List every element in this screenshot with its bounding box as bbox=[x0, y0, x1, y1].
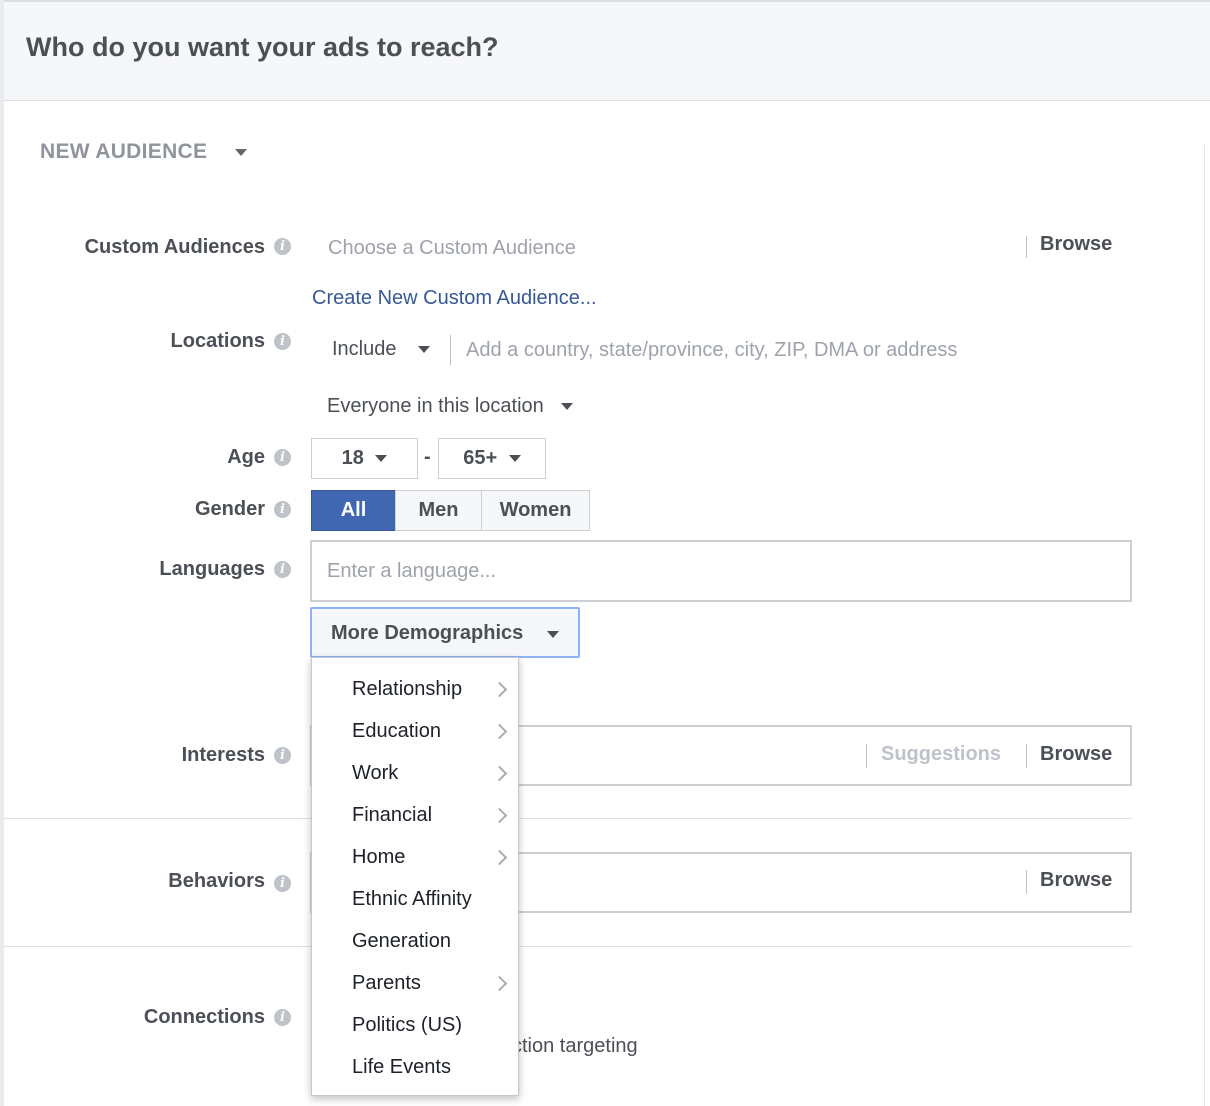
menu-item-label: Work bbox=[352, 762, 399, 784]
chevron-right-icon bbox=[491, 849, 508, 866]
input-divider bbox=[450, 335, 451, 365]
info-icon[interactable]: i bbox=[274, 747, 291, 764]
chevron-right-icon bbox=[491, 765, 508, 782]
chevron-down-icon bbox=[418, 346, 431, 354]
page-title: Who do you want your ads to reach? bbox=[26, 32, 499, 62]
connections-targeting-text: ction targeting bbox=[512, 1035, 638, 1057]
create-custom-audience-link[interactable]: Create New Custom Audience... bbox=[312, 287, 597, 310]
menu-item-work[interactable]: Work bbox=[312, 752, 518, 794]
menu-item-label: Ethnic Affinity bbox=[352, 888, 472, 910]
input-divider bbox=[1026, 236, 1027, 258]
locations-label: Locations bbox=[170, 330, 265, 352]
chevron-down-icon bbox=[508, 455, 521, 463]
section-divider bbox=[4, 818, 1132, 819]
panel-right-border bbox=[1204, 145, 1205, 1106]
info-icon[interactable]: i bbox=[274, 238, 291, 255]
section-header: Who do you want your ads to reach? bbox=[4, 2, 1210, 101]
info-icon[interactable]: i bbox=[274, 501, 291, 518]
menu-item-label: Parents bbox=[352, 972, 421, 994]
menu-item-politics[interactable]: Politics (US) bbox=[312, 1004, 518, 1046]
more-demographics-label: More Demographics bbox=[331, 622, 524, 644]
interests-label: Interests bbox=[181, 744, 265, 766]
chevron-right-icon bbox=[491, 807, 508, 824]
menu-item-financial[interactable]: Financial bbox=[312, 794, 518, 836]
demographics-menu: Relationship Education Work Financial Ho… bbox=[311, 657, 519, 1096]
audience-selector-label: NEW AUDIENCE bbox=[40, 140, 208, 163]
info-icon[interactable]: i bbox=[274, 1009, 291, 1026]
age-separator: - bbox=[424, 446, 431, 468]
location-include-value: Include bbox=[332, 338, 397, 360]
age-min-value: 18 bbox=[341, 447, 364, 469]
chevron-down-icon bbox=[561, 403, 574, 411]
location-include-dropdown[interactable]: Include bbox=[332, 338, 431, 361]
chevron-right-icon bbox=[491, 681, 508, 698]
location-scope-dropdown[interactable]: Everyone in this location bbox=[327, 395, 574, 418]
info-icon[interactable]: i bbox=[274, 875, 291, 892]
gender-label: Gender bbox=[194, 498, 265, 520]
menu-item-label: Life Events bbox=[352, 1056, 451, 1078]
menu-item-label: Home bbox=[352, 846, 406, 868]
interests-browse-button[interactable]: Browse bbox=[1040, 743, 1112, 766]
menu-item-life-events[interactable]: Life Events bbox=[312, 1046, 518, 1088]
info-icon[interactable]: i bbox=[274, 449, 291, 466]
menu-item-relationship[interactable]: Relationship bbox=[312, 668, 518, 710]
languages-label: Languages bbox=[159, 558, 265, 580]
more-demographics-button[interactable]: More Demographics bbox=[310, 607, 580, 658]
menu-item-ethnic-affinity[interactable]: Ethnic Affinity bbox=[312, 878, 518, 920]
behaviors-label: Behaviors bbox=[168, 870, 265, 892]
menu-item-parents[interactable]: Parents bbox=[312, 962, 518, 1004]
chevron-right-icon bbox=[491, 975, 508, 992]
frame-left-border bbox=[0, 0, 4, 1106]
gender-women-button[interactable]: Women bbox=[481, 490, 590, 531]
menu-item-label: Education bbox=[352, 720, 441, 742]
menu-item-label: Relationship bbox=[352, 678, 463, 700]
connections-label: Connections bbox=[143, 1006, 265, 1028]
menu-item-label: Financial bbox=[352, 804, 433, 826]
section-divider bbox=[4, 946, 1132, 947]
menu-item-label: Politics (US) bbox=[352, 1014, 463, 1036]
age-min-dropdown[interactable]: 18 bbox=[311, 438, 418, 479]
chevron-down-icon bbox=[235, 148, 248, 156]
menu-item-generation[interactable]: Generation bbox=[312, 920, 518, 962]
audience-selector[interactable]: NEW AUDIENCE bbox=[40, 140, 248, 164]
input-divider bbox=[1026, 870, 1027, 894]
chevron-down-icon bbox=[375, 455, 388, 463]
location-scope-value: Everyone in this location bbox=[327, 395, 544, 417]
languages-placeholder: Enter a language... bbox=[327, 560, 497, 582]
gender-all-button[interactable]: All bbox=[311, 490, 396, 531]
input-divider bbox=[1026, 744, 1027, 768]
chevron-right-icon bbox=[491, 723, 508, 740]
gender-men-button[interactable]: Men bbox=[395, 490, 482, 531]
custom-audiences-label: Custom Audiences bbox=[84, 236, 265, 258]
menu-item-home[interactable]: Home bbox=[312, 836, 518, 878]
input-divider bbox=[866, 744, 867, 768]
interests-suggestions-button[interactable]: Suggestions bbox=[881, 743, 1001, 766]
location-search-input[interactable]: Add a country, state/province, city, ZIP… bbox=[466, 339, 957, 362]
age-max-value: 65+ bbox=[463, 447, 498, 469]
behaviors-browse-button[interactable]: Browse bbox=[1040, 869, 1112, 892]
info-icon[interactable]: i bbox=[274, 333, 291, 350]
menu-item-education[interactable]: Education bbox=[312, 710, 518, 752]
menu-item-label: Generation bbox=[352, 930, 451, 952]
info-icon[interactable]: i bbox=[274, 561, 291, 578]
custom-audiences-browse-button[interactable]: Browse bbox=[1040, 233, 1112, 256]
custom-audience-input[interactable]: Choose a Custom Audience bbox=[328, 237, 576, 260]
age-max-dropdown[interactable]: 65+ bbox=[438, 438, 546, 479]
age-label: Age bbox=[227, 446, 265, 468]
chevron-down-icon bbox=[547, 631, 559, 638]
languages-input[interactable]: Enter a language... bbox=[310, 540, 1132, 602]
